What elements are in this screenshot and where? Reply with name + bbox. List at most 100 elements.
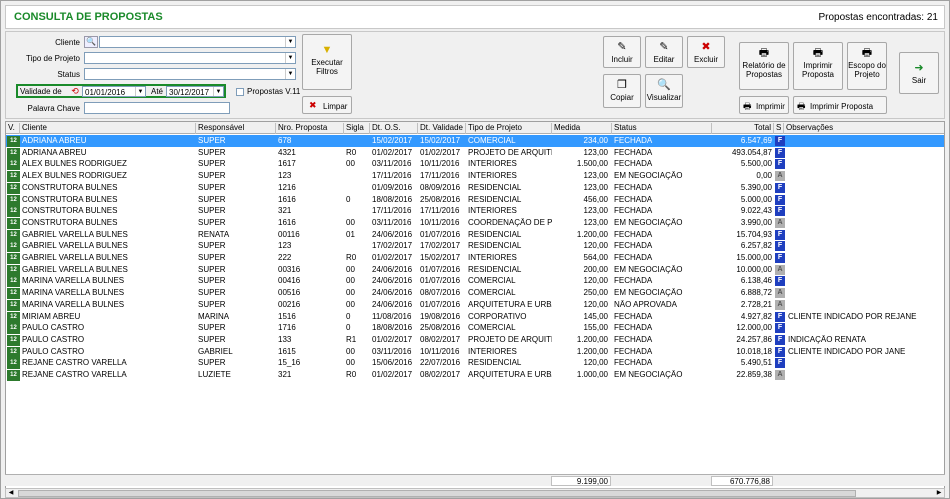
delete-icon: ✖	[701, 41, 711, 53]
table-row[interactable]: 12 GABRIEL VARELLA BULNES SUPER 00316 00 24/0…	[6, 264, 944, 276]
cell-resp: RENATA	[198, 229, 230, 239]
col-dtos[interactable]: Dt. O.S.	[370, 123, 418, 134]
scroll-left-icon[interactable]: ◀	[6, 489, 16, 497]
propostas-v11-checkbox[interactable]	[236, 88, 244, 96]
scroll-right-icon[interactable]: ▶	[934, 489, 944, 497]
cell-medida: 123,00	[583, 171, 608, 181]
refresh-icon[interactable]: ⟲	[70, 86, 80, 96]
table-row[interactable]: 12 MIRIAM ABREU MARINA 1516 0 11/08/2016 19/08…	[6, 311, 944, 323]
scroll-thumb[interactable]	[18, 490, 856, 497]
copiar-button[interactable]: ❐ Copiar	[603, 74, 641, 108]
col-tipo[interactable]: Tipo de Projeto	[466, 123, 552, 134]
col-v[interactable]: V.	[6, 123, 20, 134]
relatorio-button[interactable]: 🖶 Relatório de Propostas	[739, 42, 789, 90]
table-row[interactable]: 12 ALEX BULNES RODRIGUEZ SUPER 123 17/11/201…	[6, 170, 944, 183]
table-row[interactable]: 12 GABRIEL VARELLA BULNES SUPER 123 17/02/20…	[6, 240, 944, 253]
cell-resp: SUPER	[198, 299, 226, 309]
status-fechada-icon: F	[775, 206, 785, 217]
version-icon: 12	[7, 311, 20, 323]
table-row[interactable]: 12 REJANE CASTRO VARELLA SUPER 15_16 00 15/06…	[6, 357, 944, 370]
chevron-down-icon[interactable]: ▼	[285, 69, 295, 79]
printer-icon: 🖶	[758, 47, 770, 59]
table-row[interactable]: 12 REJANE CASTRO VARELLA LUZIETE 321 R0 01/02…	[6, 369, 944, 381]
col-sigla[interactable]: Sigla	[344, 123, 370, 134]
table-row[interactable]: 12 GABRIEL VARELLA BULNES SUPER 222 R0 01/02/…	[6, 252, 944, 264]
col-cliente[interactable]: Cliente	[20, 123, 196, 134]
cliente-combo[interactable]: ▼	[99, 36, 296, 48]
table-row[interactable]: 12 PAULO CASTRO SUPER 1716 0 18/08/2016 25/08/…	[6, 322, 944, 335]
cell-resp: SUPER	[198, 171, 226, 181]
excluir-button[interactable]: ✖ Excluir	[687, 36, 725, 68]
col-dtvalidade[interactable]: Dt. Validade	[418, 123, 466, 134]
cell-medida: 200,00	[583, 264, 608, 274]
proposals-grid[interactable]: V. Cliente Responsável Nro. Proposta Sig…	[5, 121, 945, 489]
cell-medida: 1.200,00	[576, 334, 608, 344]
cell-status: FECHADA	[614, 346, 653, 356]
imprimir-proposta-big-button[interactable]: 🖶 Imprimir Proposta	[793, 42, 843, 90]
cell-medida: 234,00	[583, 136, 608, 145]
validade-label: Validade de	[20, 87, 62, 96]
col-observacoes[interactable]: Observações	[784, 123, 944, 134]
cell-nro: 321	[278, 370, 292, 379]
grid-header: V. Cliente Responsável Nro. Proposta Sig…	[6, 122, 944, 134]
table-row[interactable]: 12 CONSTRUTORA BULNES SUPER 1616 0 18/08/2016…	[6, 194, 944, 206]
horizontal-scrollbar[interactable]: ◀ ▶	[5, 488, 945, 498]
chevron-down-icon[interactable]: ▼	[213, 87, 223, 96]
executar-filtros-button[interactable]: ▼ Executar Filtros	[302, 34, 352, 90]
table-row[interactable]: 12 ALEX BULNES RODRIGUEZ SUPER 1617 00 03/11/…	[6, 158, 944, 171]
status-aberta-icon: A	[775, 264, 785, 275]
table-row[interactable]: 12 MARINA VARELLA BULNES SUPER 00416 00 24/06…	[6, 275, 944, 288]
imprimir-button[interactable]: 🖶 Imprimir	[739, 96, 789, 114]
table-row[interactable]: 12 GABRIEL VARELLA BULNES RENATA 00116 01 24/…	[6, 229, 944, 241]
col-nro[interactable]: Nro. Proposta	[276, 123, 344, 134]
cell-resp: SUPER	[198, 206, 226, 216]
table-row[interactable]: 12 MARINA VARELLA BULNES SUPER 00516 00 24/06…	[6, 287, 944, 300]
cell-cliente: ALEX BULNES RODRIGUEZ	[22, 171, 127, 181]
table-row[interactable]: 12 CONSTRUTORA BULNES SUPER 1216 01/09/2016 0…	[6, 182, 944, 194]
imprimir-proposta-button[interactable]: 🖶 Imprimir Proposta	[793, 96, 887, 114]
palavra-chave-input[interactable]	[84, 102, 230, 114]
visualizar-button[interactable]: 🔍 Visualizar	[645, 74, 683, 108]
table-row[interactable]: 12 CONSTRUTORA BULNES SUPER 1616 00 03/11/201…	[6, 217, 944, 229]
escopo-button[interactable]: 🖶 Escopo do Projeto	[847, 42, 887, 90]
table-row[interactable]: 12 CONSTRUTORA BULNES SUPER 321 17/11/2016 17…	[6, 205, 944, 218]
col-total[interactable]: Total	[712, 123, 774, 134]
search-icon[interactable]: 🔍	[84, 36, 98, 48]
cell-nro: 123	[278, 171, 292, 181]
tipo-combo[interactable]: ▼	[84, 52, 296, 64]
table-row[interactable]: 12 PAULO CASTRO GABRIEL 1615 00 03/11/2016 10/…	[6, 346, 944, 358]
cell-nro: 15_16	[278, 358, 301, 368]
status-combo[interactable]: ▼	[84, 68, 296, 80]
validade-to[interactable]: 30/12/2017 ▼	[166, 86, 224, 97]
col-status[interactable]: Status	[612, 123, 712, 134]
col-medida[interactable]: Medida	[552, 123, 612, 134]
cell-total: 9.022,43	[740, 206, 772, 216]
cell-cliente: CONSTRUTORA BULNES	[22, 217, 118, 227]
cell-status: FECHADA	[614, 206, 653, 216]
table-row[interactable]: 12 ADRIANA ABREU SUPER 678 15/02/2017 15/02/2…	[6, 135, 944, 147]
table-row[interactable]: 12 PAULO CASTRO SUPER 133 R1 01/02/2017 08/02/…	[6, 334, 944, 346]
cell-tipo: RESIDENCIAL	[468, 194, 522, 204]
cell-nro: 00116	[278, 229, 300, 239]
col-s[interactable]: S	[774, 123, 784, 134]
table-row[interactable]: 12 MARINA VARELLA BULNES SUPER 00216 00 24/06…	[6, 299, 944, 311]
limpar-button[interactable]: ✖ Limpar	[302, 96, 352, 114]
cell-dtval: 25/08/2016	[420, 323, 461, 333]
cell-nro: 00316	[278, 264, 301, 274]
cell-dtval: 10/11/2016	[420, 346, 460, 356]
sair-button[interactable]: ➜ Sair	[899, 52, 939, 94]
cell-resp: MARINA	[198, 311, 230, 321]
cell-cliente: PAULO CASTRO	[22, 323, 85, 333]
cell-tipo: COMERCIAL	[468, 136, 516, 145]
cell-resp: SUPER	[198, 217, 226, 227]
status-label: Status	[57, 70, 80, 79]
chevron-down-icon[interactable]: ▼	[285, 53, 295, 63]
col-responsavel[interactable]: Responsável	[196, 123, 276, 134]
table-row[interactable]: 12 ADRIANA ABREU SUPER 4321 R0 01/02/2017 01/0…	[6, 147, 944, 159]
chevron-down-icon[interactable]: ▼	[285, 37, 295, 47]
editar-button[interactable]: ✎ Editar	[645, 36, 683, 68]
validade-from[interactable]: 01/01/2016 ▼	[82, 86, 146, 97]
incluir-button[interactable]: ✎ Incluir	[603, 36, 641, 68]
cell-dtval: 25/08/2016	[420, 194, 461, 204]
chevron-down-icon[interactable]: ▼	[135, 87, 145, 96]
